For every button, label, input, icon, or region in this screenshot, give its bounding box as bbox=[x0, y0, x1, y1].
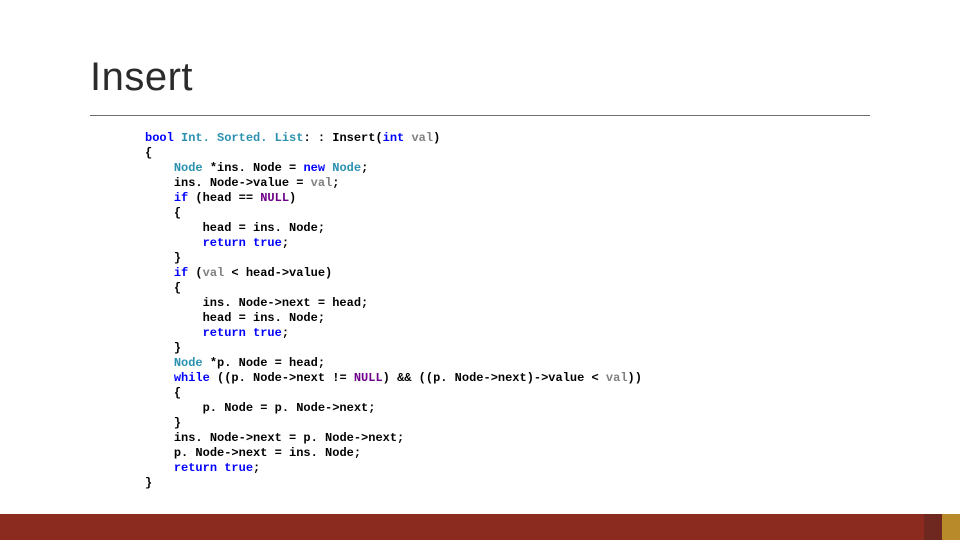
semicolon: ; bbox=[332, 176, 339, 190]
page-title: Insert bbox=[90, 55, 870, 116]
type-list: Int. Sorted. List bbox=[181, 131, 303, 145]
brace-open: { bbox=[174, 206, 181, 220]
code-text: < head->value) bbox=[224, 266, 332, 280]
literal-null: NULL bbox=[354, 371, 383, 385]
code-text: p. Node->next = ins. Node; bbox=[174, 446, 361, 460]
code-text: (head == bbox=[188, 191, 260, 205]
keyword-if: if bbox=[174, 266, 188, 280]
paren-close: ) bbox=[289, 191, 296, 205]
code-text: ins. Node->value = bbox=[174, 176, 311, 190]
keyword-int: int bbox=[383, 131, 405, 145]
var-val: val bbox=[311, 176, 333, 190]
literal-true: true bbox=[246, 326, 282, 340]
bar-segment-gold bbox=[942, 514, 960, 540]
bar-segment-mid bbox=[924, 514, 942, 540]
brace-open: { bbox=[174, 386, 181, 400]
code-text: ins. Node->next = p. Node->next; bbox=[174, 431, 404, 445]
slide: Insert bool Int. Sorted. List: : Insert(… bbox=[0, 0, 960, 540]
literal-true: true bbox=[246, 236, 282, 250]
code-text: ins. Node->next = head; bbox=[203, 296, 369, 310]
brace-close: } bbox=[174, 341, 181, 355]
bottom-bar bbox=[0, 514, 960, 540]
bar-segment-red bbox=[0, 514, 924, 540]
type-node: Node bbox=[174, 161, 203, 175]
brace-open: { bbox=[145, 146, 152, 160]
type-node: Node bbox=[174, 356, 203, 370]
brace-open: { bbox=[174, 281, 181, 295]
code-text: *p. Node = head; bbox=[203, 356, 325, 370]
keyword-return: return bbox=[203, 236, 246, 250]
type-node: Node bbox=[325, 161, 361, 175]
var-val: val bbox=[606, 371, 628, 385]
keyword-bool: bool bbox=[145, 131, 174, 145]
var-val: val bbox=[203, 266, 225, 280]
semicolon: ; bbox=[253, 461, 260, 475]
keyword-if: if bbox=[174, 191, 188, 205]
brace-close: } bbox=[174, 416, 181, 430]
keyword-new: new bbox=[303, 161, 325, 175]
code-text: p. Node = p. Node->next; bbox=[203, 401, 376, 415]
literal-true: true bbox=[217, 461, 253, 475]
code-text: ((p. Node->next != bbox=[210, 371, 354, 385]
brace-close: } bbox=[174, 251, 181, 265]
semicolon: ; bbox=[361, 161, 368, 175]
keyword-return: return bbox=[203, 326, 246, 340]
keyword-return: return bbox=[174, 461, 217, 475]
paren-open: ( bbox=[188, 266, 202, 280]
semicolon: ; bbox=[282, 326, 289, 340]
semicolon: ; bbox=[282, 236, 289, 250]
keyword-while: while bbox=[174, 371, 210, 385]
code-text: ) && ((p. Node->next)->value < bbox=[383, 371, 606, 385]
paren-close: )) bbox=[628, 371, 642, 385]
code-text: *ins. Node = bbox=[203, 161, 304, 175]
literal-null: NULL bbox=[260, 191, 289, 205]
code-text: head = ins. Node; bbox=[203, 221, 325, 235]
param-val: val bbox=[411, 131, 433, 145]
code-block: bool Int. Sorted. List: : Insert(int val… bbox=[90, 131, 870, 491]
brace-close: } bbox=[145, 476, 152, 490]
code-text: head = ins. Node; bbox=[203, 311, 325, 325]
